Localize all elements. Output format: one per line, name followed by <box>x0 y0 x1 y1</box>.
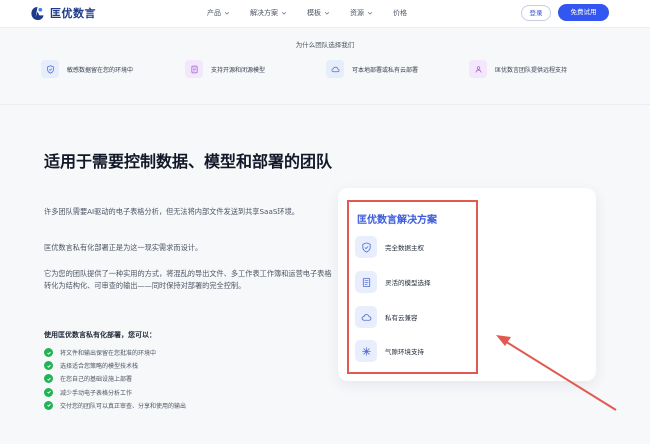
check-circle-icon <box>44 387 53 397</box>
list-item-text: 减少手动电子表格分析工作 <box>60 389 133 397</box>
feature-icon-wrap <box>326 60 344 78</box>
intro-paragraph: 它为您的团队提供了一种实用的方式，将混乱的导出文件、多工作表工作簿和运营电子表格… <box>44 269 332 290</box>
list-item: 将文件和输出保留在您批准的环境中 <box>44 346 334 359</box>
shield-check-icon <box>46 64 54 74</box>
feature-strip: 敏感数据留在您的环境中 支持开源和闭源模型 可本地部署或私有云部署 匡优数言团队… <box>41 60 611 88</box>
cloud-icon <box>331 66 339 72</box>
why-section-title: 为什么团队选择我们 <box>295 41 355 49</box>
list-item-text: 在您自己的基础设施上部署 <box>60 376 133 384</box>
nav-item-label: 产品 <box>207 9 221 17</box>
page-headline: 适用于需要控制数据、模型和部署的团队 <box>44 152 333 171</box>
nav-item-solutions[interactable]: 解决方案 <box>250 8 287 18</box>
login-button[interactable]: 登录 <box>521 5 551 21</box>
feature-item: 可本地部署或私有云部署 <box>326 60 418 78</box>
free-trial-button[interactable]: 免费试用 <box>558 4 609 21</box>
benefits-list: 将文件和输出保留在您批准的环境中 选择适合您策略的模型技术栈 在您自己的基础设施… <box>44 346 334 412</box>
feature-label: 支持开源和闭源模型 <box>211 66 266 74</box>
feature-label: 匡优数言团队提供远程支持 <box>495 66 568 74</box>
nav-item-label: 价格 <box>393 9 407 17</box>
list-item: 交付您的团队可以真正审查、分享和使用的输出 <box>44 399 334 412</box>
nav-item-resources[interactable]: 资源 <box>350 8 373 18</box>
feature-item: 匡优数言团队提供远程支持 <box>469 60 567 78</box>
benefits-title: 使用匡优数言私有化部署，您可以： <box>44 331 156 339</box>
logo-icon <box>31 6 44 20</box>
nav-item-label: 资源 <box>350 9 364 17</box>
feature-label: 敏感数据留在您的环境中 <box>67 66 134 74</box>
top-nav: 匡优数言 产品 解决方案 模板 资源 价格 登录 免费试用 <box>0 0 650 28</box>
feature-label: 可本地部署或私有云部署 <box>352 66 419 74</box>
list-item-text: 交付您的团队可以真正审查、分享和使用的输出 <box>60 402 187 410</box>
list-item: 在您自己的基础设施上部署 <box>44 372 334 385</box>
check-circle-icon <box>44 400 53 410</box>
intro-paragraph: 许多团队需要AI驱动的电子表格分析，但无法将内部文件发送到共享SaaS环境。 <box>44 207 299 216</box>
nav-item-label: 模板 <box>307 9 321 17</box>
annotation-highlight-box <box>347 200 478 374</box>
check-circle-icon <box>44 361 53 371</box>
chevron-down-icon <box>281 11 287 15</box>
chevron-down-icon <box>324 11 330 15</box>
list-item-text: 选择适合您策略的模型技术栈 <box>60 363 139 371</box>
document-list-icon <box>191 65 197 73</box>
list-item-text: 将文件和输出保留在您批准的环境中 <box>60 350 157 358</box>
check-circle-icon <box>44 348 53 358</box>
logo-text: 匡优数言 <box>50 7 96 20</box>
feature-icon-wrap <box>469 60 487 78</box>
section-divider <box>0 104 650 105</box>
feature-item: 敏感数据留在您的环境中 <box>41 60 133 78</box>
feature-icon-wrap <box>41 60 59 78</box>
chevron-down-icon <box>367 11 373 15</box>
chevron-down-icon <box>224 11 230 15</box>
nav-item-templates[interactable]: 模板 <box>307 8 330 18</box>
feature-icon-wrap <box>185 60 203 78</box>
nav-item-label: 解决方案 <box>250 9 278 17</box>
list-item: 减少手动电子表格分析工作 <box>44 386 334 399</box>
feature-item: 支持开源和闭源模型 <box>185 60 265 78</box>
logo[interactable]: 匡优数言 <box>30 5 96 21</box>
list-item: 选择适合您策略的模型技术栈 <box>44 359 334 372</box>
nav-menu: 产品 解决方案 模板 资源 价格 <box>207 8 427 18</box>
nav-item-products[interactable]: 产品 <box>207 8 230 18</box>
nav-item-pricing[interactable]: 价格 <box>393 8 407 18</box>
intro-paragraph: 匡优数言私有化部署正是为这一现实需求而设计。 <box>44 243 203 252</box>
people-icon <box>475 65 481 73</box>
check-circle-icon <box>44 374 53 384</box>
